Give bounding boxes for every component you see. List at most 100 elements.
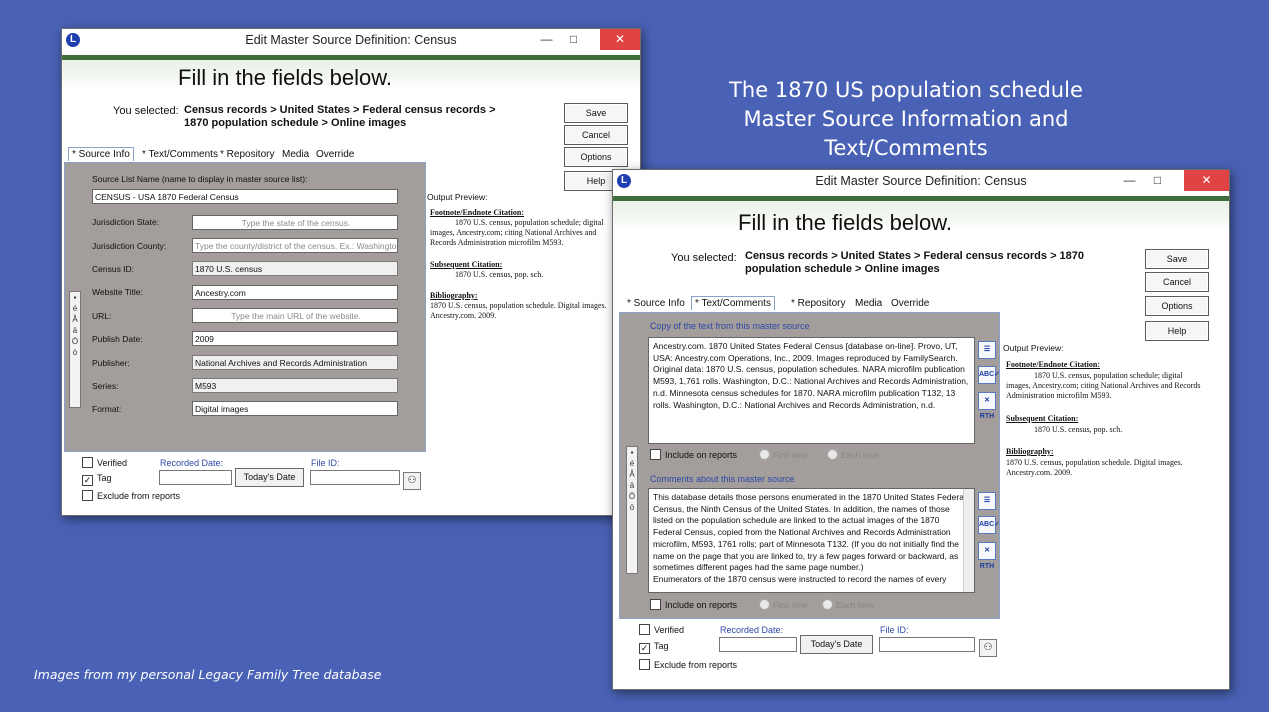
output-preview-title: Output Preview: — [1003, 343, 1064, 353]
tag-checkbox[interactable]: ✓ Tag — [639, 641, 669, 654]
list-icon[interactable]: ☰ — [978, 341, 996, 359]
file-id-input[interactable] — [310, 470, 400, 485]
comments-scrollbar[interactable] — [963, 489, 974, 592]
minimize-button[interactable]: — — [533, 29, 560, 50]
recorded-date-input[interactable] — [719, 637, 797, 652]
text-label: Copy of the text from this master source — [650, 321, 810, 331]
tab-media[interactable]: Media — [282, 149, 309, 160]
check-icon[interactable]: ✓ — [639, 643, 650, 654]
special-char[interactable]: Ö — [70, 336, 80, 347]
close-button[interactable]: ✕ — [1184, 170, 1229, 191]
source-list-name-input[interactable]: CENSUS - USA 1870 Federal Census — [92, 189, 398, 204]
special-char[interactable]: ö — [70, 347, 80, 358]
special-char[interactable]: Ö — [627, 491, 637, 502]
binoculars-search-icon[interactable]: ⚇ — [403, 472, 421, 490]
tab-override[interactable]: Override — [316, 149, 354, 160]
close-button[interactable]: ✕ — [600, 29, 640, 50]
checkbox-box[interactable] — [82, 457, 93, 468]
special-char[interactable]: Å — [70, 314, 80, 325]
checkbox-box[interactable] — [639, 659, 650, 670]
publish-date-input[interactable]: 2009 — [192, 331, 398, 346]
list-icon[interactable]: ☰ — [978, 492, 996, 510]
cancel-button[interactable]: Cancel — [564, 125, 628, 145]
tab-media[interactable]: Media — [855, 298, 882, 309]
url-input[interactable]: Type the main URL of the website. — [192, 308, 398, 323]
source-list-name-label: Source List Name (name to display in mas… — [92, 174, 308, 184]
comments-text-area[interactable]: This database details those persons enum… — [648, 488, 975, 593]
save-button[interactable]: Save — [1145, 249, 1209, 269]
maximize-button[interactable]: □ — [1144, 170, 1171, 191]
each-time-radio[interactable]: Each time — [822, 599, 874, 610]
verified-label: Verified — [654, 625, 685, 635]
checkbox-box[interactable] — [650, 449, 661, 460]
options-button[interactable]: Options — [1145, 296, 1209, 316]
tab-source-info[interactable]: * Source Info — [68, 147, 134, 161]
each-time-label: Each time — [836, 600, 874, 610]
jurisdiction-state-input[interactable]: Type the state of the census. — [192, 215, 398, 230]
todays-date-button[interactable]: Today's Date — [800, 635, 873, 654]
tab-repository[interactable]: * Repository — [220, 149, 274, 160]
clear-rtf-icon[interactable]: ✕ RTH — [978, 542, 996, 570]
verified-checkbox[interactable]: Verified — [639, 624, 684, 635]
cancel-button[interactable]: Cancel — [1145, 272, 1209, 292]
jurisdiction-county-input[interactable]: Type the county/district of the census. … — [192, 238, 398, 253]
format-input[interactable]: Digital images — [192, 401, 398, 416]
special-chars-strip[interactable]: ▪ é Å ä Ö ö — [626, 446, 638, 574]
field-label: Publisher: — [92, 358, 130, 368]
special-char[interactable]: é — [627, 458, 637, 469]
first-time-radio[interactable]: First time — [759, 449, 808, 460]
save-button[interactable]: Save — [564, 103, 628, 123]
checkbox-box[interactable] — [82, 490, 93, 501]
first-time-radio[interactable]: First time — [759, 599, 808, 610]
banner-title: Fill in the fields below. — [738, 210, 952, 235]
recorded-date-input[interactable] — [159, 470, 232, 485]
special-char[interactable]: Å — [627, 469, 637, 480]
help-button[interactable]: Help — [1145, 321, 1209, 341]
selected-label: You selected: — [671, 252, 737, 264]
banner-title: Fill in the fields below. — [178, 65, 392, 90]
tab-override[interactable]: Override — [891, 298, 929, 309]
special-char[interactable]: ö — [627, 502, 637, 513]
spellcheck-icon[interactable]: ABC✓ — [978, 366, 1000, 384]
tab-text-comments[interactable]: * Text/Comments — [142, 149, 218, 160]
field-label: Publish Date: — [92, 334, 143, 344]
options-button[interactable]: Options — [564, 147, 628, 167]
radio-icon[interactable] — [759, 599, 770, 610]
tab-source-info[interactable]: * Source Info — [627, 298, 685, 309]
website-title-input[interactable]: Ancestry.com — [192, 285, 398, 300]
radio-icon[interactable] — [822, 599, 833, 610]
tag-checkbox[interactable]: ✓ Tag — [82, 473, 112, 486]
special-char[interactable]: ä — [70, 325, 80, 336]
spellcheck-icon[interactable]: ABC✓ — [978, 516, 1000, 534]
todays-date-button[interactable]: Today's Date — [235, 468, 304, 487]
source-text-area[interactable]: Ancestry.com. 1870 United States Federal… — [648, 337, 975, 444]
include-reports-checkbox[interactable]: Include on reports — [650, 449, 737, 460]
check-icon[interactable]: ✓ — [82, 475, 93, 486]
special-char[interactable]: ▪ — [70, 292, 80, 303]
maximize-button[interactable]: □ — [560, 29, 587, 50]
census-id-input[interactable]: 1870 U.S. census — [192, 261, 398, 276]
checkbox-box[interactable] — [650, 599, 661, 610]
special-chars-strip[interactable]: ▪ é Å ä Ö ö — [69, 291, 81, 408]
checkbox-box[interactable] — [639, 624, 650, 635]
exclude-checkbox[interactable]: Exclude from reports — [639, 659, 737, 670]
radio-icon[interactable] — [827, 449, 838, 460]
each-time-radio[interactable]: Each time — [827, 449, 879, 460]
series-input[interactable]: M593 — [192, 378, 398, 393]
exclude-checkbox[interactable]: Exclude from reports — [82, 490, 180, 501]
special-char[interactable]: ä — [627, 480, 637, 491]
file-id-input[interactable] — [879, 637, 975, 652]
minimize-button[interactable]: — — [1116, 170, 1143, 191]
title-bar: L Edit Master Source Definition: Census … — [62, 29, 640, 52]
publisher-input[interactable]: National Archives and Records Administra… — [192, 355, 398, 370]
radio-icon[interactable] — [759, 449, 770, 460]
tab-text-comments[interactable]: * Text/Comments — [691, 296, 775, 310]
binoculars-search-icon[interactable]: ⚇ — [979, 639, 997, 657]
footnote-text: 1870 U.S. census, population schedule; d… — [1006, 371, 1201, 400]
special-char[interactable]: é — [70, 303, 80, 314]
include-reports-checkbox[interactable]: Include on reports — [650, 599, 737, 610]
clear-rtf-icon[interactable]: ✕ RTH — [978, 392, 996, 420]
tab-repository[interactable]: * Repository — [791, 298, 845, 309]
special-char[interactable]: ▪ — [627, 447, 637, 458]
verified-checkbox[interactable]: Verified — [82, 457, 127, 468]
